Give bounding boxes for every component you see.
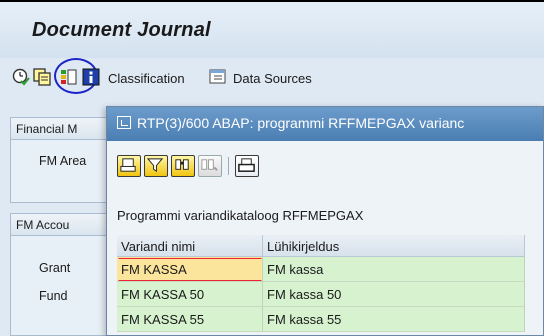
column-header-variant-name[interactable]: Variandi nimi — [117, 235, 263, 257]
info-icon[interactable] — [82, 68, 100, 86]
print-icon[interactable] — [235, 155, 259, 177]
page-title: Document Journal — [32, 19, 211, 41]
title-bar: Document Journal — [0, 0, 544, 58]
filter-icon[interactable] — [144, 155, 168, 177]
find-icon[interactable] — [171, 155, 195, 177]
table-row-description[interactable]: FM kassa — [263, 257, 525, 282]
dialog-title: RTP(3)/600 ABAP: programmi RFFMEPGAX var… — [137, 115, 465, 131]
data-sources-icon[interactable] — [209, 68, 227, 86]
fund-label: Fund — [39, 289, 68, 303]
get-variant-icon[interactable] — [33, 68, 51, 86]
table-row-name[interactable]: FM KASSA 55 — [117, 307, 263, 332]
dialog-window-icon — [117, 116, 131, 129]
dialog-title-bar[interactable]: RTP(3)/600 ABAP: programmi RFFMEPGAX var… — [107, 107, 543, 141]
find-next-icon — [198, 155, 222, 177]
classification-button[interactable]: Classification — [108, 71, 185, 86]
variant-catalog-dialog: RTP(3)/600 ABAP: programmi RFFMEPGAX var… — [106, 106, 544, 336]
execute-icon[interactable] — [12, 68, 30, 86]
catalog-caption: Programmi variandikataloog RFFMEPGAX — [117, 208, 364, 223]
table-row-description[interactable]: FM kassa 50 — [263, 282, 525, 307]
choose-icon[interactable] — [117, 155, 141, 177]
table-row-name[interactable]: FM KASSA 50 — [117, 282, 263, 307]
application-toolbar: Classification Data Sources — [0, 58, 544, 98]
selection-cursor — [118, 258, 262, 281]
table-row-description[interactable]: FM kassa 55 — [263, 307, 525, 332]
fm-area-label: FM Area — [39, 154, 87, 168]
column-header-short-description[interactable]: Lühikirjeldus — [263, 235, 525, 257]
grant-label: Grant — [39, 261, 71, 275]
toolbar-separator — [228, 157, 229, 175]
select-options-icon[interactable] — [60, 68, 78, 86]
data-sources-button[interactable]: Data Sources — [233, 71, 312, 86]
